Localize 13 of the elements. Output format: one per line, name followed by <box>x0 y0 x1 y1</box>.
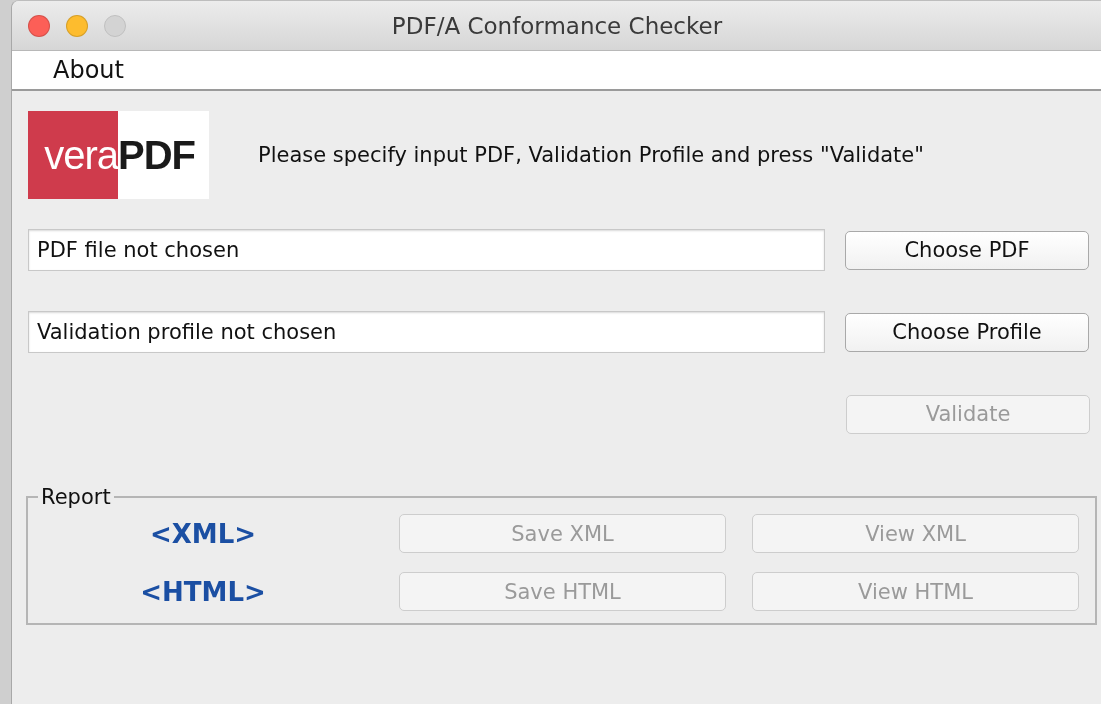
path-field[interactable]: Validation profile not chosen <box>28 311 825 353</box>
logo: veraPDF <box>28 111 209 199</box>
format-label: <XML> <box>148 518 258 549</box>
choose-button[interactable]: Choose Profile <box>845 312 1089 352</box>
close-button[interactable] <box>28 14 50 37</box>
instruction-text: Please specify input PDF, Validation Profile and press "Validate" <box>258 143 924 167</box>
report-legend: Report <box>38 485 114 509</box>
format-label: <HTML> <box>139 576 267 607</box>
minimize-button[interactable] <box>66 14 88 37</box>
path-field[interactable]: PDF file not chosen <box>28 229 825 271</box>
window-title: PDF/A Conformance Checker <box>390 12 724 39</box>
choose-button[interactable]: Choose PDF <box>845 230 1089 270</box>
menu-item[interactable]: About <box>53 56 124 84</box>
